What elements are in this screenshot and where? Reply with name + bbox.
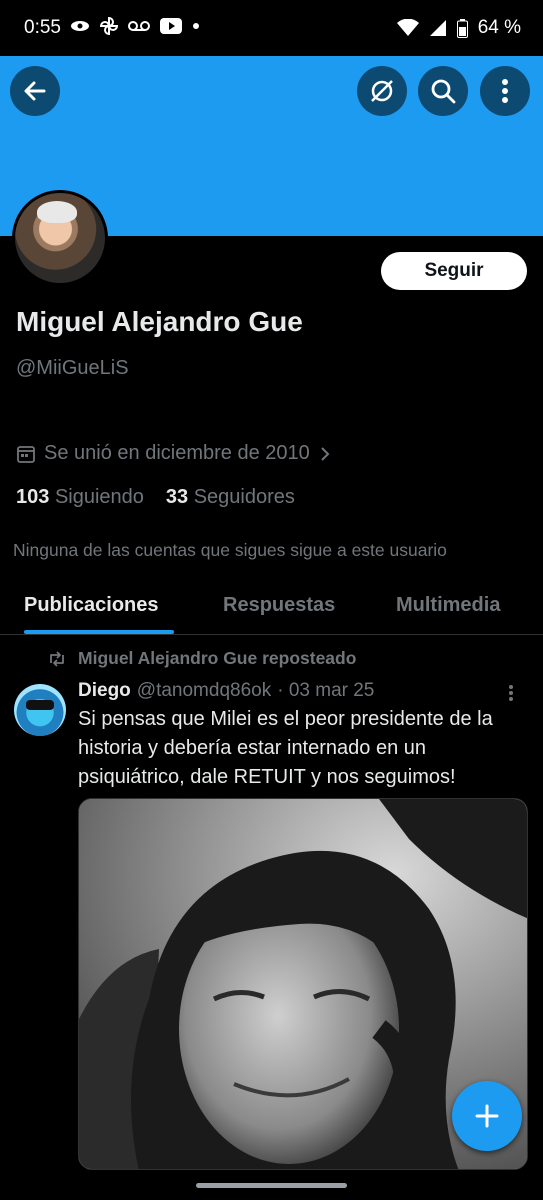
tab-multimedia[interactable]: Multimedia: [396, 594, 500, 617]
youtube-icon: [160, 18, 182, 34]
post-date[interactable]: · 03 mar 25: [277, 680, 374, 702]
pinwheel-icon: [100, 17, 118, 35]
join-date-text: Se unió en diciembre de 2010: [44, 442, 310, 464]
following-stat[interactable]: 103 Siguiendo: [16, 486, 144, 509]
followers-count: 33: [165, 486, 189, 508]
plus-icon: [475, 1104, 499, 1128]
repost-indicator: Miguel Alejandro Gue reposteado: [48, 648, 356, 669]
eye-icon: [71, 21, 89, 31]
back-button[interactable]: [10, 66, 60, 116]
voicemail-icon: [128, 21, 150, 31]
translate-off-icon: [371, 80, 393, 102]
status-bar: 0:55 64 %: [0, 0, 543, 56]
more-options-button[interactable]: [480, 66, 530, 116]
translate-off-button[interactable]: [357, 66, 407, 116]
post-text: Si pensas que Milei es el peor president…: [78, 708, 493, 788]
post-author-avatar[interactable]: [14, 684, 66, 736]
notification-icons: [70, 17, 200, 35]
chevron-right-icon: [321, 446, 330, 461]
avatar-glasses: [26, 700, 54, 710]
calendar-icon: [17, 445, 35, 463]
vertical-dots-icon: [509, 685, 513, 701]
mutual-followers-note: Ninguna de las cuentas que sigues sigue …: [13, 540, 447, 560]
follow-button[interactable]: Seguir: [381, 252, 527, 290]
active-tab-indicator: [24, 630, 174, 634]
signal-icon: [429, 20, 446, 36]
post-header: Diego @tanomdq86ok · 03 mar 25: [78, 680, 374, 702]
battery-icon: [456, 18, 468, 38]
avatar-cap: [37, 201, 77, 223]
following-count: 103: [16, 486, 50, 508]
profile-avatar[interactable]: [12, 190, 108, 286]
repost-icon: [50, 650, 64, 667]
compose-button[interactable]: [452, 1081, 522, 1151]
status-time: 0:55: [24, 17, 61, 38]
dot-icon: [193, 23, 199, 29]
battery-percent: 64 %: [477, 17, 521, 38]
repost-label[interactable]: Miguel Alejandro Gue reposteado: [78, 648, 356, 669]
follow-stats: 103 Siguiendo 33 Seguidores: [16, 486, 295, 509]
system-icons: 64 %: [396, 17, 521, 39]
join-date[interactable]: Se unió en diciembre de 2010: [16, 442, 332, 465]
post-more-button[interactable]: [508, 684, 514, 707]
display-name: Miguel Alejandro Gue: [16, 306, 303, 337]
tab-respuestas[interactable]: Respuestas: [223, 594, 335, 617]
user-handle: @MiiGueLiS: [16, 357, 129, 379]
search-button[interactable]: [418, 66, 468, 116]
post-author-handle[interactable]: @tanomdq86ok: [137, 680, 271, 702]
arrow-left-icon: [24, 81, 46, 101]
following-label: Siguiendo: [54, 486, 144, 508]
followers-label: Seguidores: [193, 486, 295, 508]
search-icon: [431, 79, 456, 104]
tab-publicaciones[interactable]: Publicaciones: [24, 594, 159, 617]
wifi-icon: [396, 19, 419, 36]
home-indicator[interactable]: [196, 1183, 347, 1188]
vertical-dots-icon: [502, 79, 508, 103]
post-author-name[interactable]: Diego: [78, 680, 131, 702]
followers-stat[interactable]: 33 Seguidores: [166, 486, 295, 509]
profile-tabs: Publicaciones Respuestas Multimedia: [0, 578, 543, 635]
